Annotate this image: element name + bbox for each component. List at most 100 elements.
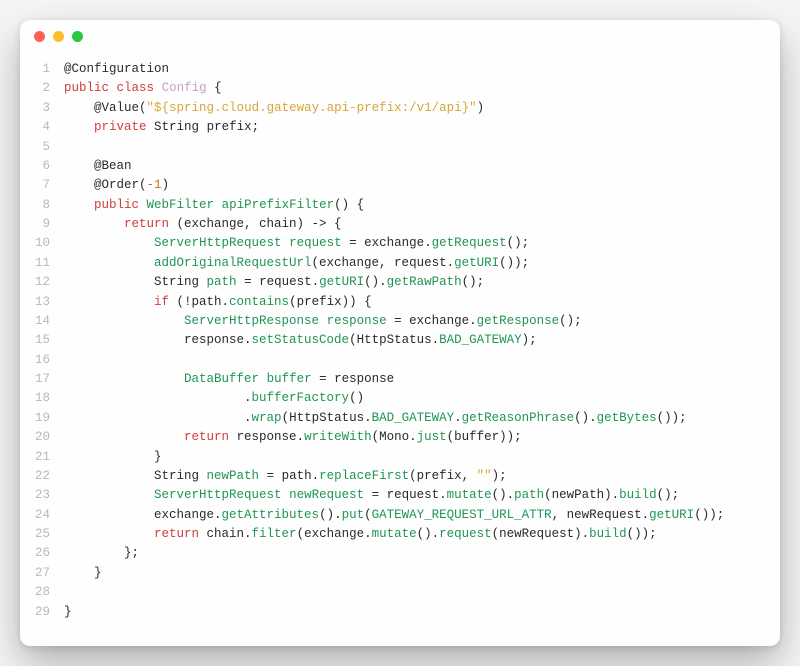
code-content[interactable]: @Configuration xyxy=(64,60,780,79)
line-number: 12 xyxy=(20,273,64,292)
token: (exchange. xyxy=(297,527,372,541)
line-number: 10 xyxy=(20,234,64,253)
code-content[interactable]: if (!path.contains(prefix)) { xyxy=(64,293,780,312)
token: getResponse xyxy=(477,314,560,328)
token: = exchange. xyxy=(387,314,477,328)
code-content[interactable]: ServerHttpRequest request = exchange.get… xyxy=(64,234,780,253)
code-content[interactable]: public class Config { xyxy=(64,79,780,98)
code-line[interactable]: 24 exchange.getAttributes().put(GATEWAY_… xyxy=(20,506,780,525)
editor-window: 1@Configuration2public class Config {3 @… xyxy=(20,20,780,646)
code-content[interactable]: @Bean xyxy=(64,157,780,176)
code-line[interactable]: 12 String path = request.getURI().getRaw… xyxy=(20,273,780,292)
code-content[interactable]: String path = request.getURI().getRawPat… xyxy=(64,273,780,292)
token: apiPrefixFilter xyxy=(222,198,335,212)
code-line[interactable]: 29} xyxy=(20,603,780,622)
code-content[interactable]: return response.writeWith(Mono.just(buff… xyxy=(64,428,780,447)
token: (prefix)) { xyxy=(289,295,372,309)
code-line[interactable]: 5 xyxy=(20,138,780,157)
code-content[interactable]: @Order(-1) xyxy=(64,176,780,195)
line-number: 3 xyxy=(20,99,64,118)
code-content[interactable]: ServerHttpRequest newRequest = request.m… xyxy=(64,486,780,505)
code-line[interactable]: 16 xyxy=(20,351,780,370)
token: ( xyxy=(364,508,372,522)
token: WebFilter xyxy=(147,198,215,212)
code-content[interactable]: }; xyxy=(64,544,780,563)
token: (exchange, chain) -> { xyxy=(169,217,342,231)
token: ServerHttpRequest xyxy=(154,488,282,502)
token: return xyxy=(124,217,169,231)
code-line[interactable]: 22 String newPath = path.replaceFirst(pr… xyxy=(20,467,780,486)
token: (). xyxy=(574,411,597,425)
token: ) xyxy=(162,178,170,192)
code-line[interactable]: 26 }; xyxy=(20,544,780,563)
code-line[interactable]: 14 ServerHttpResponse response = exchang… xyxy=(20,312,780,331)
code-content[interactable]: return chain.filter(exchange.mutate().re… xyxy=(64,525,780,544)
line-number: 23 xyxy=(20,486,64,505)
code-content[interactable]: ServerHttpResponse response = exchange.g… xyxy=(64,312,780,331)
code-content[interactable]: } xyxy=(64,448,780,467)
code-line[interactable]: 28 xyxy=(20,583,780,602)
token: mutate xyxy=(372,527,417,541)
code-line[interactable]: 23 ServerHttpRequest newRequest = reques… xyxy=(20,486,780,505)
token: response. xyxy=(229,430,304,444)
code-content[interactable]: } xyxy=(64,564,780,583)
maximize-icon[interactable] xyxy=(72,31,83,42)
code-content[interactable]: } xyxy=(64,603,780,622)
token: class xyxy=(117,81,155,95)
code-line[interactable]: 8 public WebFilter apiPrefixFilter() { xyxy=(20,196,780,215)
code-line[interactable]: 19 .wrap(HttpStatus.BAD_GATEWAY.getReaso… xyxy=(20,409,780,428)
code-line[interactable]: 1@Configuration xyxy=(20,60,780,79)
code-content[interactable]: @Value("${spring.cloud.gateway.api-prefi… xyxy=(64,99,780,118)
code-line[interactable]: 6 @Bean xyxy=(20,157,780,176)
token: . xyxy=(454,411,462,425)
line-number: 24 xyxy=(20,506,64,525)
line-number: 8 xyxy=(20,196,64,215)
token: response xyxy=(327,314,387,328)
token: DataBuffer xyxy=(184,372,259,386)
code-line[interactable]: 18 .bufferFactory() xyxy=(20,389,780,408)
code-line[interactable]: 9 return (exchange, chain) -> { xyxy=(20,215,780,234)
token: (); xyxy=(507,236,530,250)
code-line[interactable]: 15 response.setStatusCode(HttpStatus.BAD… xyxy=(20,331,780,350)
code-content[interactable]: String newPath = path.replaceFirst(prefi… xyxy=(64,467,780,486)
code-content[interactable]: .wrap(HttpStatus.BAD_GATEWAY.getReasonPh… xyxy=(64,409,780,428)
token: getRawPath xyxy=(387,275,462,289)
code-editor[interactable]: 1@Configuration2public class Config {3 @… xyxy=(20,52,780,646)
code-line[interactable]: 2public class Config { xyxy=(20,79,780,98)
token: build xyxy=(589,527,627,541)
token: (newPath). xyxy=(544,488,619,502)
line-number: 26 xyxy=(20,544,64,563)
token: request xyxy=(289,236,342,250)
code-content[interactable]: addOriginalRequestUrl(exchange, request.… xyxy=(64,254,780,273)
code-content[interactable]: .bufferFactory() xyxy=(64,389,780,408)
code-content[interactable]: exchange.getAttributes().put(GATEWAY_REQ… xyxy=(64,506,780,525)
code-content[interactable]: private String prefix; xyxy=(64,118,780,137)
token: (Mono. xyxy=(372,430,417,444)
code-line[interactable]: 27 } xyxy=(20,564,780,583)
code-line[interactable]: 3 @Value("${spring.cloud.gateway.api-pre… xyxy=(20,99,780,118)
code-content[interactable]: DataBuffer buffer = response xyxy=(64,370,780,389)
token: response. xyxy=(184,333,252,347)
close-icon[interactable] xyxy=(34,31,45,42)
token: private xyxy=(94,120,147,134)
token xyxy=(109,81,117,95)
code-line[interactable]: 17 DataBuffer buffer = response xyxy=(20,370,780,389)
code-content[interactable]: response.setStatusCode(HttpStatus.BAD_GA… xyxy=(64,331,780,350)
token xyxy=(139,198,147,212)
code-content[interactable]: public WebFilter apiPrefixFilter() { xyxy=(64,196,780,215)
code-line[interactable]: 10 ServerHttpRequest request = exchange.… xyxy=(20,234,780,253)
token: setStatusCode xyxy=(252,333,350,347)
token xyxy=(147,120,155,134)
code-line[interactable]: 21 } xyxy=(20,448,780,467)
code-line[interactable]: 7 @Order(-1) xyxy=(20,176,780,195)
code-content[interactable]: return (exchange, chain) -> { xyxy=(64,215,780,234)
code-line[interactable]: 20 return response.writeWith(Mono.just(b… xyxy=(20,428,780,447)
token: newRequest xyxy=(289,488,364,502)
code-line[interactable]: 25 return chain.filter(exchange.mutate()… xyxy=(20,525,780,544)
code-line[interactable]: 11 addOriginalRequestUrl(exchange, reque… xyxy=(20,254,780,273)
minimize-icon[interactable] xyxy=(53,31,64,42)
token: ()); xyxy=(499,256,529,270)
code-line[interactable]: 13 if (!path.contains(prefix)) { xyxy=(20,293,780,312)
token: exchange. xyxy=(154,508,222,522)
code-line[interactable]: 4 private String prefix; xyxy=(20,118,780,137)
